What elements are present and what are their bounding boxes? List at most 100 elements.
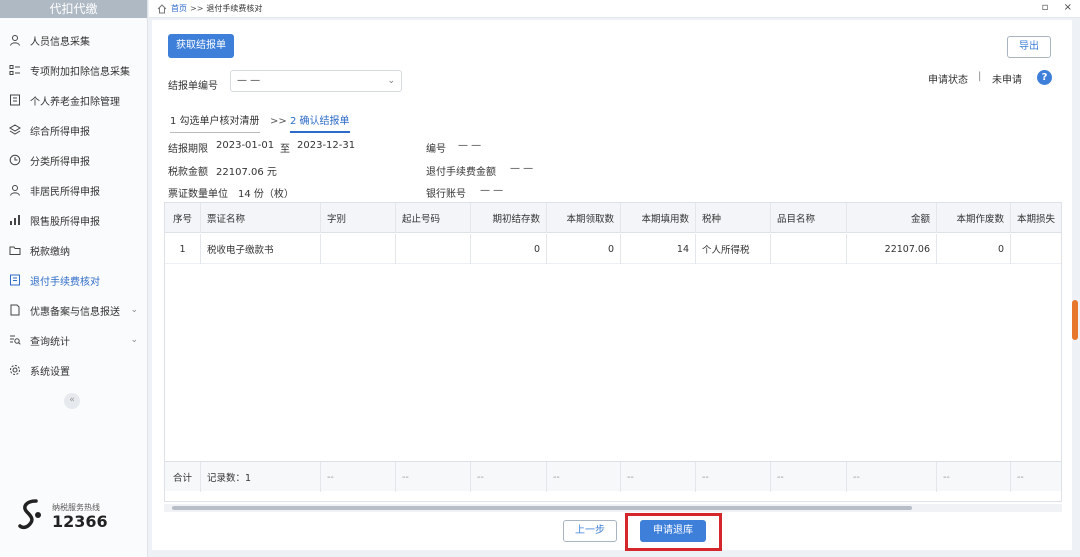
- sidebar-item-refund-fee[interactable]: 退付手续费核对: [0, 266, 148, 294]
- sidebar: 代扣代缴 人员信息采集 专项附加扣除信息采集 个人养老金扣除管理 综合所得申报 …: [0, 0, 148, 557]
- fetch-statement-button[interactable]: 获取结报单: [168, 34, 234, 58]
- folder-icon: [8, 243, 22, 257]
- breadcrumb: 首页 >> 退付手续费核对 ▫ ×: [149, 0, 1080, 18]
- sidebar-item-label: 限售股所得申报: [30, 216, 100, 228]
- table-cell: 0: [471, 234, 547, 264]
- sidebar-item-label: 税款缴纳: [30, 246, 70, 258]
- table-cell: 0: [937, 234, 1011, 264]
- col-header[interactable]: 序号: [165, 203, 201, 233]
- col-header[interactable]: 期初结存数: [471, 203, 547, 233]
- table-row[interactable]: 1 税收电子缴款书 0 0 14 个人所得税 22107.06 0: [165, 234, 1061, 264]
- col-header[interactable]: 品目名称: [771, 203, 847, 233]
- person-icon: [8, 183, 22, 197]
- statement-no-select[interactable]: — — ⌄: [230, 70, 402, 92]
- col-header[interactable]: 本期损失: [1011, 203, 1061, 233]
- window-controls: ▫ ×: [1030, 2, 1072, 13]
- clock-icon: [8, 153, 22, 167]
- code-value: — —: [458, 140, 482, 151]
- refund-fee-label: 退付手续费金额: [426, 167, 496, 178]
- layers-icon: [8, 123, 22, 137]
- sidebar-item-label: 查询统计: [30, 336, 70, 348]
- chevron-down-icon: ⌄: [130, 335, 138, 345]
- sidebar-item-label: 系统设置: [30, 366, 70, 378]
- step-arrow: >>: [270, 116, 287, 127]
- footer-cell: --: [396, 462, 471, 492]
- sidebar-item-pension[interactable]: 个人养老金扣除管理: [0, 86, 148, 114]
- chevron-down-icon: ⌄: [130, 305, 138, 315]
- search-list-icon: [8, 333, 22, 347]
- sidebar-item-label: 专项附加扣除信息采集: [30, 66, 130, 78]
- file-icon: [8, 303, 22, 317]
- footer-cell: --: [937, 462, 1011, 492]
- col-header[interactable]: 金额: [847, 203, 937, 233]
- footer-cell: --: [621, 462, 696, 492]
- prev-step-button[interactable]: 上一步: [563, 520, 617, 542]
- sidebar-item-label: 优惠备案与信息报送: [30, 306, 120, 318]
- highlight-frame: [625, 513, 722, 551]
- table-cell: 0: [547, 234, 621, 264]
- sidebar-item-comprehensive[interactable]: 综合所得申报: [0, 116, 148, 144]
- restore-icon[interactable]: ▫: [1042, 2, 1049, 13]
- footer-cell: --: [771, 462, 847, 492]
- sidebar-item-classified[interactable]: 分类所得申报: [0, 146, 148, 174]
- table-cell: [1011, 234, 1061, 264]
- col-header[interactable]: 票证名称: [201, 203, 321, 233]
- person-icon: [8, 33, 22, 47]
- sidebar-item-query[interactable]: 查询统计 ⌄: [0, 326, 148, 354]
- sidebar-item-label: 个人养老金扣除管理: [30, 96, 120, 108]
- col-header[interactable]: 本期作废数: [937, 203, 1011, 233]
- footer-cell: --: [321, 462, 396, 492]
- col-header[interactable]: 字别: [321, 203, 396, 233]
- scrollbar-thumb[interactable]: [172, 506, 912, 510]
- sidebar-item-restricted-shares[interactable]: 限售股所得申报: [0, 206, 148, 234]
- step-1[interactable]: 1 勾选单户核对清册: [170, 112, 260, 133]
- col-header[interactable]: 本期填用数: [621, 203, 696, 233]
- sidebar-item-label: 人员信息采集: [30, 36, 90, 48]
- list-icon: [8, 63, 22, 77]
- main-panel: 获取结报单 导出 结报单编号 — — ⌄ 申请状态 | 未申请 ? 1 勾选单户…: [152, 20, 1072, 550]
- statement-no-label: 结报单编号: [168, 81, 218, 92]
- sidebar-item-person-info[interactable]: 人员信息采集: [0, 26, 148, 54]
- footer-cell: --: [471, 462, 547, 492]
- table-cell: 14: [621, 234, 696, 264]
- bar-chart-icon: [8, 213, 22, 227]
- period-end: 2023-12-31: [297, 140, 356, 151]
- period-start: 2023-01-01: [216, 140, 275, 151]
- col-header[interactable]: 本期领取数: [547, 203, 621, 233]
- col-header[interactable]: 起止号码: [396, 203, 471, 233]
- sidebar-item-tax-payment[interactable]: 税款缴纳: [0, 236, 148, 264]
- period-label: 结报期限: [168, 144, 208, 155]
- table-cell: 税收电子缴款书: [201, 234, 321, 264]
- sidebar-item-special-deduction[interactable]: 专项附加扣除信息采集: [0, 56, 148, 84]
- sidebar-item-preferential[interactable]: 优惠备案与信息报送 ⌄: [0, 296, 148, 324]
- statement-no-value: — —: [237, 75, 261, 86]
- pension-icon: [8, 93, 22, 107]
- footer-cell: --: [1011, 462, 1061, 492]
- sidebar-item-settings[interactable]: 系统设置: [0, 356, 148, 384]
- footer-cell: --: [847, 462, 937, 492]
- export-button[interactable]: 导出: [1007, 36, 1051, 58]
- help-icon[interactable]: ?: [1037, 70, 1052, 85]
- table-header: 序号 票证名称 字别 起止号码 期初结存数 本期领取数 本期填用数 税种 品目名…: [165, 203, 1061, 233]
- col-header[interactable]: 税种: [696, 203, 771, 233]
- hotline-logo-icon: [18, 499, 41, 530]
- breadcrumb-current: 退付手续费核对: [206, 4, 263, 13]
- breadcrumb-home[interactable]: 首页: [171, 3, 187, 14]
- close-icon[interactable]: ×: [1064, 2, 1072, 13]
- apply-status-value: 未申请: [992, 75, 1022, 86]
- footer-total-label: 合计: [165, 462, 201, 492]
- vertical-scrollbar[interactable]: [1072, 300, 1078, 340]
- step-2[interactable]: 2 确认结报单: [290, 112, 350, 133]
- sidebar-collapse-button[interactable]: «: [64, 393, 80, 409]
- home-icon[interactable]: [157, 3, 167, 14]
- status-separator: |: [978, 71, 982, 82]
- table-cell: 22107.06: [847, 234, 937, 264]
- table-cell: [771, 234, 847, 264]
- period-to: 至: [280, 144, 290, 155]
- sidebar-item-nonresident[interactable]: 非居民所得申报: [0, 176, 148, 204]
- table-cell: 个人所得税: [696, 234, 771, 264]
- app-window: 代扣代缴 人员信息采集 专项附加扣除信息采集 个人养老金扣除管理 综合所得申报 …: [0, 0, 1080, 557]
- table-cell: 1: [165, 234, 201, 264]
- horizontal-scrollbar[interactable]: [164, 504, 1062, 512]
- hotline-number: 12366: [52, 512, 108, 531]
